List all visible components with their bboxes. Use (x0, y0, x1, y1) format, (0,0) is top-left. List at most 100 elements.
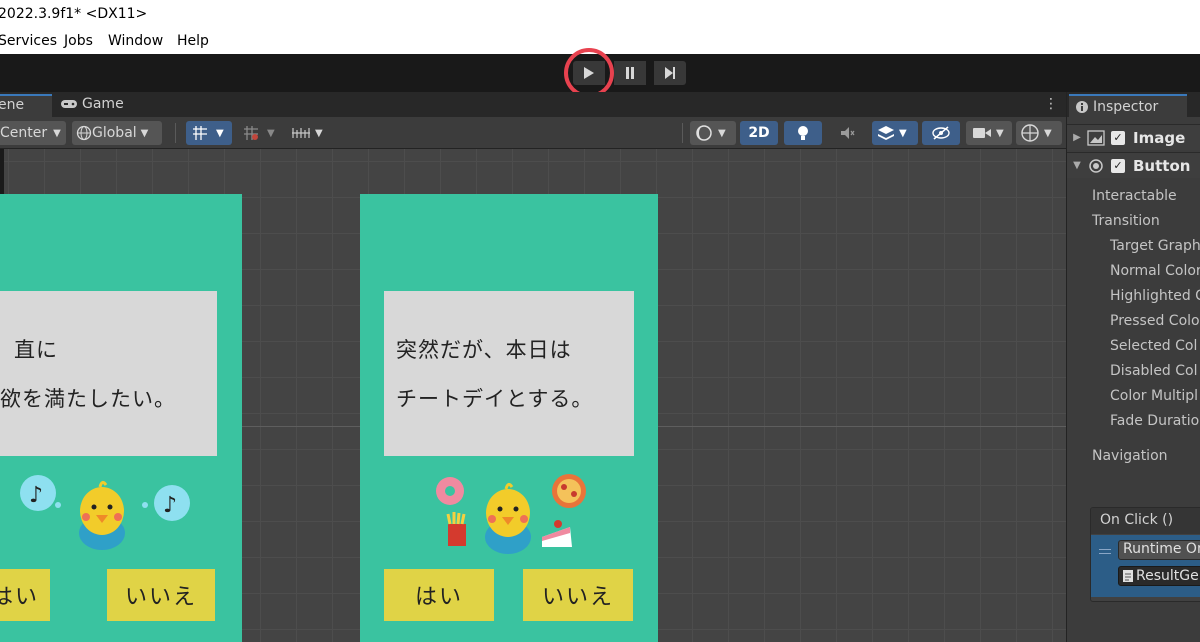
runtime-mode-dropdown[interactable]: Runtime On (1118, 540, 1200, 560)
play-highlight-ring (564, 48, 614, 98)
svg-text:♪: ♪ (29, 483, 43, 508)
gamepad-icon (61, 100, 77, 108)
toolbar-divider (682, 123, 683, 143)
inspector-tab-bar: Inspector (1067, 92, 1200, 117)
grid-snap-icon (193, 126, 207, 140)
chevron-down-icon: ▼ (899, 127, 907, 139)
message-line-1: 直に (14, 338, 58, 362)
on-click-entry[interactable]: Runtime On ResultGe (1091, 535, 1200, 597)
target-object-label: ResultGe (1136, 568, 1199, 584)
game-screen-right: 突然だが、本日は チートデイとする。 はい いいえ (360, 194, 658, 642)
chevron-down-icon: ▼ (267, 127, 275, 139)
on-click-header: On Click () (1091, 508, 1200, 534)
space-label: Global (92, 125, 137, 141)
target-object-field[interactable]: ResultGe (1118, 566, 1200, 586)
draw-mode-dropdown[interactable]: ▼ (690, 121, 736, 145)
chevron-down-icon: ▼ (996, 127, 1004, 139)
camera-icon (973, 128, 991, 138)
collapse-arrow-icon[interactable]: ▼ (1067, 160, 1087, 171)
lightbulb-icon (798, 126, 808, 140)
component-name: Image (1133, 128, 1186, 147)
menu-window[interactable]: Window (108, 33, 163, 49)
prop-disabled-color: Disabled Col (1110, 363, 1198, 379)
tab-inspector-label: Inspector (1093, 98, 1159, 115)
message-line-2: 欲を満たしたい。 (0, 387, 176, 411)
prop-selected-color: Selected Col (1110, 338, 1198, 354)
tab-game-label: Game (82, 96, 124, 112)
chevron-down-icon: ▼ (1044, 127, 1052, 139)
chevron-down-icon: ▼ (53, 127, 61, 139)
grid-snap-button[interactable]: ▼ (186, 121, 232, 145)
scene-viewport[interactable]: 直に 欲を満たしたい。 ♪ ♪ はい いいえ 突然だが、本日は チートデイとする… (0, 149, 1066, 642)
audio-toggle[interactable] (828, 121, 866, 145)
info-icon (1076, 100, 1088, 113)
prop-normal-color: Normal Color (1110, 263, 1200, 279)
prop-pressed-color: Pressed Colo (1110, 313, 1200, 329)
menu-services[interactable]: Services (0, 33, 57, 49)
gizmos-dropdown[interactable]: ▼ (1016, 121, 1062, 145)
window-title: 2022.3.9f1* <DX11> (0, 6, 148, 22)
magnet-grid-icon (244, 126, 258, 140)
menu-help[interactable]: Help (177, 33, 209, 49)
pause-button[interactable] (614, 61, 646, 85)
audio-mute-icon (841, 127, 855, 139)
camera-dropdown[interactable]: ▼ (966, 121, 1012, 145)
increment-snap-button[interactable]: ▼ (237, 121, 283, 145)
component-enabled-checkbox[interactable]: ✓ (1111, 158, 1125, 173)
chevron-down-icon: ▼ (718, 127, 726, 139)
message-box: 直に 欲を満たしたい。 (0, 291, 217, 456)
prop-fade-duration: Fade Duratio (1110, 413, 1200, 429)
expand-arrow-icon[interactable]: ▶ (1067, 132, 1087, 143)
component-enabled-checkbox[interactable]: ✓ (1111, 130, 1125, 145)
prop-target-graphic: Target Graph (1110, 238, 1200, 254)
prop-transition: Transition (1092, 213, 1160, 229)
drag-handle-icon[interactable] (1099, 549, 1111, 557)
ruler-snap-button[interactable]: ▼ (287, 121, 331, 145)
tab-scene[interactable]: ene (0, 94, 52, 117)
pivot-label: Center (0, 125, 48, 141)
component-button-header[interactable]: ▼ ✓ Button (1067, 152, 1200, 178)
prop-interactable: Interactable (1092, 188, 1177, 204)
hidden-objects-toggle[interactable] (922, 121, 960, 145)
bird-character-food (436, 474, 586, 554)
no-button[interactable]: いいえ (107, 569, 215, 621)
ruler-icon (292, 128, 310, 138)
tab-scene-label: ene (0, 97, 25, 113)
step-icon (665, 67, 675, 79)
eye-slash-icon (932, 126, 950, 140)
prop-highlighted-color: Highlighted C (1110, 288, 1200, 304)
yes-button[interactable]: はい (0, 569, 50, 621)
pivot-dropdown[interactable]: Center ▼ (0, 121, 66, 145)
globe-icon (76, 125, 92, 141)
toggle-2d-button[interactable]: 2D (740, 121, 778, 145)
inspector-panel: Inspector ▶ ✓ Image ▼ ✓ Button Interacta… (1066, 92, 1200, 642)
message-line-1: 突然だが、本日は (396, 338, 572, 362)
step-button[interactable] (654, 61, 686, 85)
space-dropdown[interactable]: Global ▼ (72, 121, 162, 145)
message-line-2: チートデイとする。 (396, 387, 594, 411)
toggle-2d-label: 2D (748, 125, 770, 141)
tab-inspector[interactable]: Inspector (1069, 94, 1187, 117)
yes-button[interactable]: はい (384, 569, 494, 621)
prop-navigation: Navigation (1092, 448, 1168, 464)
scene-toolbar: Center ▼ Global ▼ ▼ ▼ ▼ ▼ 2D ▼ ▼ ▼ (0, 117, 1066, 149)
more-options-icon[interactable]: ⋮ (1044, 96, 1058, 112)
prop-color-multiplier: Color Multipl (1110, 388, 1198, 404)
on-click-event-list: On Click () Runtime On ResultGe (1090, 507, 1200, 602)
component-image-header[interactable]: ▶ ✓ Image (1067, 124, 1200, 150)
scene-tab-bar: ene Game ⋮ (0, 92, 1066, 117)
effects-dropdown[interactable]: ▼ (872, 121, 918, 145)
chevron-down-icon: ▼ (140, 127, 149, 139)
no-button[interactable]: いいえ (523, 569, 633, 621)
tab-game[interactable]: Game (60, 96, 124, 112)
game-screen-left: 直に 欲を満たしたい。 ♪ ♪ はい いいえ (0, 194, 242, 642)
component-name: Button (1133, 156, 1191, 175)
script-file-icon (1123, 570, 1133, 582)
shading-mode-icon (696, 125, 712, 141)
image-component-icon (1087, 129, 1105, 146)
lighting-toggle[interactable] (784, 121, 822, 145)
svg-text:♪: ♪ (163, 493, 177, 518)
menu-jobs[interactable]: Jobs (64, 33, 93, 49)
layers-effects-icon (878, 126, 894, 140)
chevron-down-icon: ▼ (216, 127, 224, 139)
